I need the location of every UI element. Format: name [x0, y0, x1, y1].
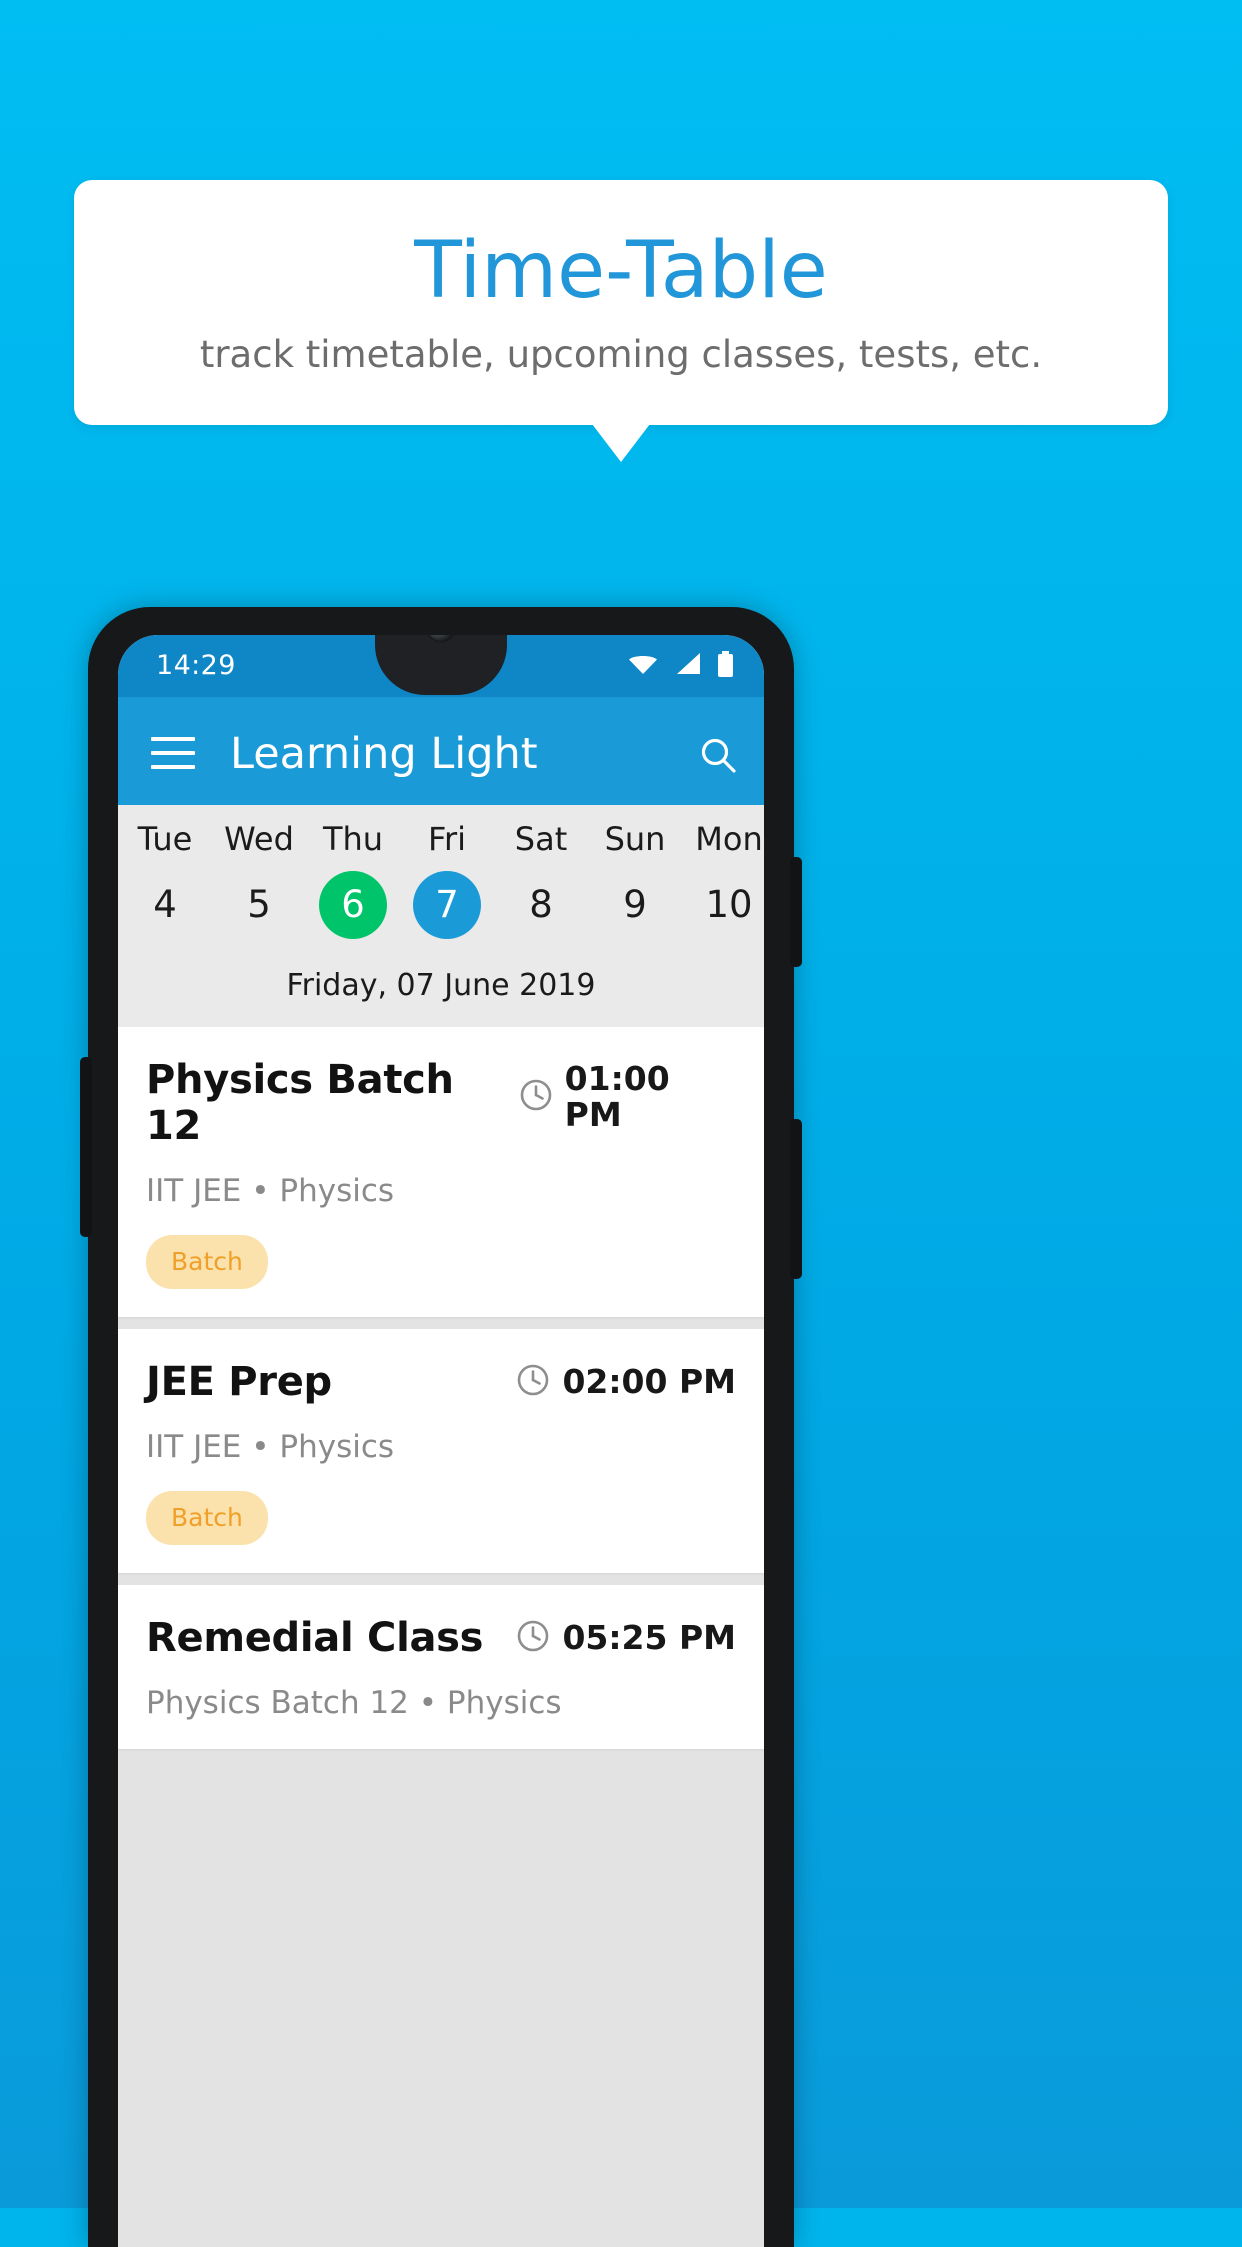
schedule-list[interactable]: Physics Batch 12 01:00 PM IIT JEE • Physic…: [118, 1027, 764, 2247]
schedule-card-subtitle: IIT JEE • Physics: [146, 1173, 395, 1209]
app-title: Learning Light: [230, 729, 538, 779]
signal-icon: [674, 652, 701, 680]
schedule-card[interactable]: Remedial Class 05:25 PM Physics Batch 12 •…: [118, 1585, 764, 1749]
day-number: 4: [153, 883, 177, 926]
promo-bubble: Time-Table track timetable, upcoming cla…: [74, 180, 1168, 425]
schedule-card-title: JEE Prep: [146, 1359, 332, 1405]
status-bar-clock: 14:29: [156, 650, 236, 681]
day-number-badge: 4: [131, 871, 199, 939]
day-number-badge: 8: [507, 871, 575, 939]
selected-date-label: Friday, 07 June 2019: [286, 968, 596, 1003]
schedule-card-time-group: 01:00 PM: [519, 1057, 736, 1133]
day-number: 5: [247, 883, 271, 926]
day-name: Mon: [695, 820, 763, 858]
day-column-fri[interactable]: Fri 7: [400, 805, 494, 975]
schedule-card-time: 02:00 PM: [562, 1362, 736, 1401]
day-number-badge: 7: [413, 871, 481, 939]
clock-icon: [516, 1619, 550, 1657]
schedule-card-title: Remedial Class: [146, 1615, 484, 1661]
day-number: 8: [529, 883, 553, 926]
day-column-thu[interactable]: Thu 6: [306, 805, 400, 975]
day-number: 10: [705, 883, 753, 926]
hamburger-icon[interactable]: [151, 737, 195, 769]
schedule-card-title: Physics Batch 12: [146, 1057, 454, 1149]
day-number: 6: [341, 883, 365, 926]
day-name: Wed: [224, 820, 294, 858]
schedule-card-time-group: 02:00 PM: [516, 1359, 736, 1401]
day-number: 9: [623, 883, 647, 926]
schedule-card-chip-row: Batch: [146, 1465, 736, 1545]
search-icon[interactable]: [698, 735, 738, 775]
day-number-badge: 6: [319, 871, 387, 939]
wifi-icon: [628, 652, 658, 680]
schedule-card-subtitle: Physics Batch 12 • Physics: [146, 1685, 562, 1721]
status-bar: 14:29: [118, 635, 764, 697]
clock-icon: [519, 1078, 553, 1116]
schedule-card-chip-row: Batch: [146, 1209, 736, 1289]
day-name: Thu: [322, 820, 384, 858]
day-name: Tue: [137, 820, 193, 858]
day-selector: Tue 4 Wed 5 Thu 6 Fri 7 Sat 8 Sun 9 Mon 10: [118, 805, 764, 975]
day-name: Fri: [427, 820, 467, 858]
day-column-wed[interactable]: Wed 5: [212, 805, 306, 975]
status-badge: Batch: [146, 1491, 268, 1545]
phone-device: 14:29 Learning Light Tue 4 Wed 5 Thu 6 F…: [80, 607, 802, 2247]
day-name: Sun: [604, 820, 666, 858]
day-column-mon[interactable]: Mon 10: [682, 805, 764, 975]
app-bar: Learning Light: [118, 697, 764, 805]
phone-volume-button: [790, 1119, 802, 1279]
day-number-badge: 5: [225, 871, 293, 939]
day-column-tue[interactable]: Tue 4: [118, 805, 212, 975]
date-strip: Tue 4 Wed 5 Thu 6 Fri 7 Sat 8 Sun 9 Mon 10 Friday, 07…: [118, 805, 764, 1027]
phone-power-button: [790, 857, 802, 967]
status-badge: Batch: [146, 1235, 268, 1289]
day-name: Sat: [514, 820, 568, 858]
day-number-badge: 9: [601, 871, 669, 939]
clock-icon: [516, 1363, 550, 1401]
day-column-sun[interactable]: Sun 9: [588, 805, 682, 975]
schedule-card-header: JEE Prep 02:00 PM: [146, 1359, 736, 1405]
schedule-card[interactable]: JEE Prep 02:00 PM IIT JEE • Physics Batch: [118, 1329, 764, 1573]
day-column-sat[interactable]: Sat 8: [494, 805, 588, 975]
phone-side-button: [80, 1057, 92, 1237]
promo-bubble-tail: [592, 424, 650, 462]
battery-icon: [717, 651, 734, 681]
phone-screen: 14:29 Learning Light Tue 4 Wed 5 Thu 6 F…: [118, 635, 764, 2247]
schedule-card-time-group: 05:25 PM: [516, 1615, 736, 1657]
schedule-card-header: Physics Batch 12 01:00 PM: [146, 1057, 736, 1149]
status-bar-icons: [628, 651, 734, 681]
schedule-card-time: 01:00 PM: [564, 1059, 670, 1134]
schedule-card[interactable]: Physics Batch 12 01:00 PM IIT JEE • Physic…: [118, 1027, 764, 1317]
schedule-card-time: 05:25 PM: [562, 1618, 736, 1657]
phone-bezel: 14:29 Learning Light Tue 4 Wed 5 Thu 6 F…: [118, 635, 764, 2247]
promo-subtitle: track timetable, upcoming classes, tests…: [199, 333, 1043, 376]
schedule-card-header: Remedial Class 05:25 PM: [146, 1615, 736, 1661]
schedule-card-subtitle: IIT JEE • Physics: [146, 1429, 395, 1465]
day-number-badge: 10: [695, 871, 763, 939]
day-number: 7: [435, 883, 459, 926]
promo-title: Time-Table: [414, 226, 828, 316]
